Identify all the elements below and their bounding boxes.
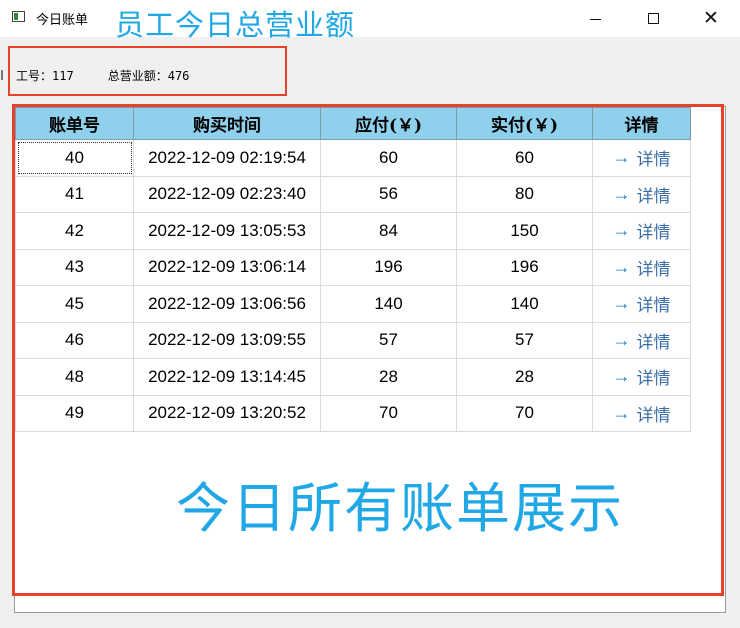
table-row[interactable]: 41 2022-12-09 02:23:40 56 80 → 详情 <box>15 175 691 213</box>
amount-due-cell[interactable]: 70 <box>320 394 457 432</box>
table-row[interactable]: 43 2022-12-09 13:06:14 196 196 → 详情 <box>15 248 691 286</box>
arrow-right-icon: → <box>612 329 631 350</box>
detail-cell[interactable]: → 详情 <box>592 358 691 396</box>
bill-no-cell[interactable]: 40 <box>15 139 134 177</box>
detail-cell[interactable]: → 详情 <box>592 285 691 323</box>
arrow-right-icon: → <box>612 293 631 314</box>
header-amount-paid[interactable]: 实付(￥) <box>456 107 593 140</box>
header-bill-no[interactable]: 账单号 <box>15 107 134 140</box>
detail-link[interactable]: → 详情 <box>613 255 671 280</box>
maximize-icon <box>647 12 659 24</box>
purchase-time-cell[interactable]: 2022-12-09 13:05:53 <box>133 212 321 250</box>
detail-link[interactable]: → 详情 <box>613 291 671 316</box>
amount-paid-cell[interactable]: 57 <box>456 321 593 359</box>
window-app-icon <box>12 11 25 22</box>
bill-no-cell[interactable]: 41 <box>15 175 134 213</box>
detail-cell[interactable]: → 详情 <box>592 139 691 177</box>
purchase-time-cell[interactable]: 2022-12-09 13:09:55 <box>133 321 321 359</box>
close-icon: ✕ <box>703 6 719 29</box>
amount-due-cell[interactable]: 196 <box>320 248 457 286</box>
bill-no-cell[interactable]: 45 <box>15 285 134 323</box>
arrow-right-icon: → <box>612 183 631 204</box>
amount-due-cell[interactable]: 28 <box>320 358 457 396</box>
minimize-button[interactable] <box>572 4 618 32</box>
arrow-right-icon: → <box>612 366 631 387</box>
detail-link-label: 详情 <box>636 150 671 170</box>
detail-cell[interactable]: → 详情 <box>592 175 691 213</box>
table-header-row: 账单号 购买时间 应付(￥) 实付(￥) 详情 <box>15 107 691 140</box>
detail-link[interactable]: → 详情 <box>613 218 671 243</box>
employee-id-value: 117 <box>52 69 74 83</box>
bill-no-cell[interactable]: 48 <box>15 358 134 396</box>
employee-id-label: 工号： <box>16 69 53 83</box>
detail-link[interactable]: → 详情 <box>613 328 671 353</box>
detail-link-label: 详情 <box>636 405 671 425</box>
total-sales-label: 总营业额： <box>107 69 168 83</box>
minimize-icon <box>589 18 601 20</box>
purchase-time-cell[interactable]: 2022-12-09 13:14:45 <box>133 358 321 396</box>
amount-due-cell[interactable]: 57 <box>320 321 457 359</box>
bill-no-cell[interactable]: 46 <box>15 321 134 359</box>
annotation-caption: 今日所有账单展示 <box>176 477 624 540</box>
amount-paid-cell[interactable]: 80 <box>456 175 593 213</box>
table-row[interactable]: 42 2022-12-09 13:05:53 84 150 → 详情 <box>15 212 691 250</box>
detail-link-label: 详情 <box>636 259 671 279</box>
detail-link-label: 详情 <box>636 186 671 206</box>
purchase-time-cell[interactable]: 2022-12-09 02:19:54 <box>133 139 321 177</box>
amount-paid-cell[interactable]: 70 <box>456 394 593 432</box>
detail-cell[interactable]: → 详情 <box>592 321 691 359</box>
detail-link-label: 详情 <box>636 332 671 352</box>
arrow-right-icon: → <box>612 147 631 168</box>
purchase-time-cell[interactable]: 2022-12-09 02:23:40 <box>133 175 321 213</box>
amount-due-cell[interactable]: 56 <box>320 175 457 213</box>
arrow-right-icon: → <box>612 220 631 241</box>
table-row[interactable]: 45 2022-12-09 13:06:56 140 140 → 详情 <box>15 285 691 323</box>
amount-paid-cell[interactable]: 28 <box>456 358 593 396</box>
detail-cell[interactable]: → 详情 <box>592 394 691 432</box>
detail-link-label: 详情 <box>636 369 671 389</box>
window-title: 今日账单 <box>36 13 89 28</box>
amount-paid-cell[interactable]: 140 <box>456 285 593 323</box>
purchase-time-cell[interactable]: 2022-12-09 13:06:14 <box>133 248 321 286</box>
bills-table[interactable]: 账单号 购买时间 应付(￥) 实付(￥) 详情 40 2022-12-09 02:19:5… <box>15 107 691 432</box>
amount-paid-cell[interactable]: 60 <box>456 139 593 177</box>
detail-link-label: 详情 <box>636 223 671 243</box>
detail-link-label: 详情 <box>636 296 671 316</box>
title-bar[interactable]: 今日账单 ✕ <box>0 0 740 37</box>
annotation-title: 员工今日总营业额 <box>115 8 356 42</box>
amount-due-cell[interactable]: 84 <box>320 212 457 250</box>
bill-no-cell[interactable]: 42 <box>15 212 134 250</box>
detail-link[interactable]: → 详情 <box>613 145 671 170</box>
amount-due-cell[interactable]: 140 <box>320 285 457 323</box>
employee-info: 工号：117 总营业额：476 <box>16 67 189 84</box>
arrow-right-icon: → <box>612 256 631 277</box>
purchase-time-cell[interactable]: 2022-12-09 13:20:52 <box>133 394 321 432</box>
header-detail[interactable]: 详情 <box>592 107 691 140</box>
table-row[interactable]: 40 2022-12-09 02:19:54 60 60 → 详情 <box>15 139 691 177</box>
amount-paid-cell[interactable]: 150 <box>456 212 593 250</box>
window-edge-mark <box>1 70 3 80</box>
detail-cell[interactable]: → 详情 <box>592 212 691 250</box>
maximize-button[interactable] <box>630 4 676 32</box>
close-button[interactable]: ✕ <box>688 4 734 32</box>
amount-due-cell[interactable]: 60 <box>320 139 457 177</box>
bill-no-cell[interactable]: 43 <box>15 248 134 286</box>
total-sales-value: 476 <box>167 69 190 83</box>
arrow-right-icon: → <box>612 402 631 423</box>
detail-link[interactable]: → 详情 <box>613 364 671 389</box>
table-row[interactable]: 48 2022-12-09 13:14:45 28 28 → 详情 <box>15 358 691 396</box>
amount-paid-cell[interactable]: 196 <box>456 248 593 286</box>
header-purchase-time[interactable]: 购买时间 <box>133 107 321 140</box>
detail-link[interactable]: → 详情 <box>613 182 671 207</box>
detail-link[interactable]: → 详情 <box>613 401 671 426</box>
purchase-time-cell[interactable]: 2022-12-09 13:06:56 <box>133 285 321 323</box>
bill-no-cell[interactable]: 49 <box>15 394 134 432</box>
table-row[interactable]: 46 2022-12-09 13:09:55 57 57 → 详情 <box>15 321 691 359</box>
detail-cell[interactable]: → 详情 <box>592 248 691 286</box>
header-amount-due[interactable]: 应付(￥) <box>320 107 457 140</box>
table-row[interactable]: 49 2022-12-09 13:20:52 70 70 → 详情 <box>15 394 691 432</box>
